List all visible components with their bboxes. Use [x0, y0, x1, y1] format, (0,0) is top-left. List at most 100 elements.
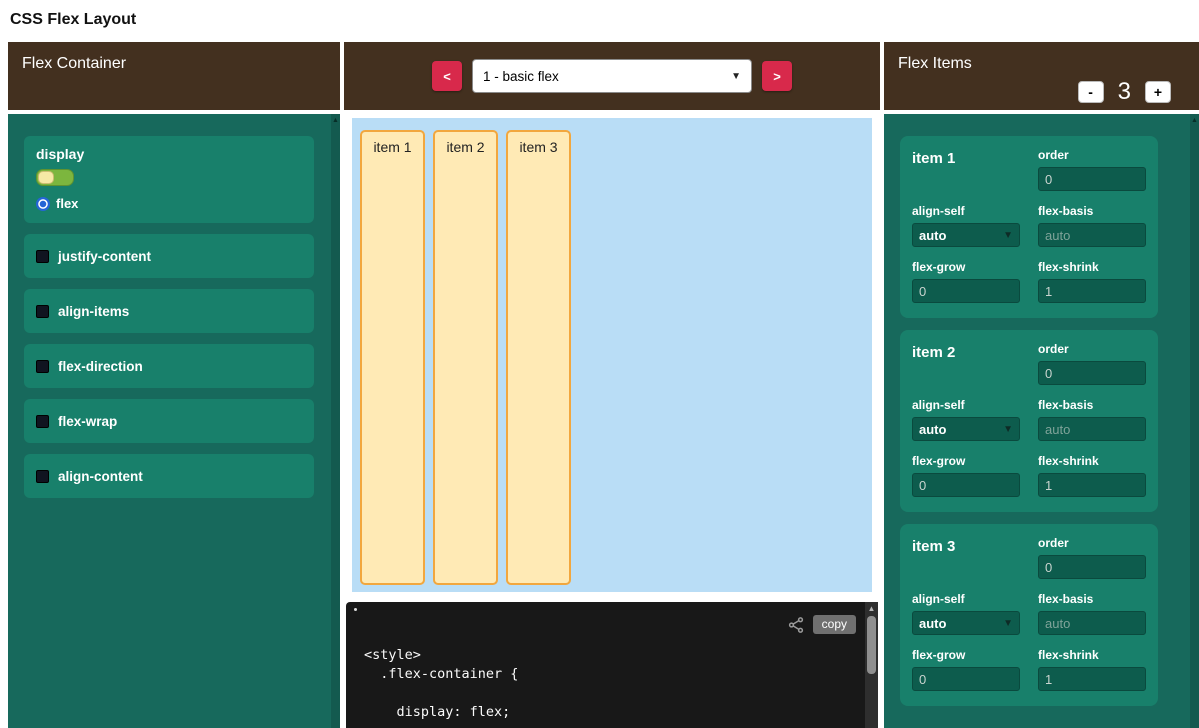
- preset-select[interactable]: 1 - basic flex ▼: [472, 59, 752, 93]
- flex-items-header: Flex Items - 3 +: [884, 42, 1199, 110]
- align-self-select[interactable]: auto ▼: [912, 611, 1020, 635]
- scrollbar-thumb[interactable]: [867, 616, 876, 674]
- flex-wrap-checkbox[interactable]: [36, 415, 49, 428]
- app: CSS Flex Layout Flex Container display f…: [0, 0, 1199, 728]
- code-toolbar: copy: [787, 615, 856, 634]
- share-icon[interactable]: [787, 616, 805, 634]
- code-line: <style>: [364, 646, 858, 665]
- option-flex-wrap: flex-wrap: [24, 399, 314, 443]
- chevron-down-icon: ▼: [731, 71, 741, 82]
- display-flex-option: flex: [36, 196, 302, 211]
- align-content-checkbox[interactable]: [36, 470, 49, 483]
- flex-shrink-input[interactable]: [1038, 279, 1146, 303]
- flex-grow-label: flex-grow: [912, 260, 1020, 274]
- option-align-items: align-items: [24, 289, 314, 333]
- remove-item-button[interactable]: -: [1078, 81, 1104, 103]
- flex-grow-input[interactable]: [912, 473, 1020, 497]
- order-input[interactable]: [1038, 555, 1146, 579]
- flex-shrink-label: flex-shrink: [1038, 648, 1146, 662]
- next-preset-button[interactable]: >: [762, 61, 792, 91]
- item-count: 3: [1118, 78, 1131, 106]
- code-line: [364, 684, 858, 703]
- flex-shrink-label: flex-shrink: [1038, 260, 1146, 274]
- item-card-title: item 2: [912, 344, 1020, 361]
- flex-basis-input[interactable]: [1038, 223, 1146, 247]
- align-content-label: align-content: [58, 469, 143, 484]
- flex-direction-checkbox[interactable]: [36, 360, 49, 373]
- item-card-title: item 1: [912, 150, 1020, 167]
- chevron-down-icon: ▼: [1003, 230, 1013, 241]
- item-card-2: item 2 order align-self auto ▼ flex-basi…: [900, 330, 1158, 512]
- add-item-button[interactable]: +: [1145, 81, 1171, 103]
- code-scrollbar[interactable]: ▲: [865, 602, 878, 728]
- justify-content-checkbox[interactable]: [36, 250, 49, 263]
- flex-items-title: Flex Items: [898, 55, 972, 72]
- flex-container-panel: Flex Container display flex justify-cont…: [8, 42, 340, 728]
- option-align-content: align-content: [24, 454, 314, 498]
- flex-item: item 3: [506, 130, 571, 585]
- flex-item: item 1: [360, 130, 425, 585]
- scroll-up-icon[interactable]: ▲: [865, 602, 878, 615]
- option-flex-direction: flex-direction: [24, 344, 314, 388]
- order-label: order: [1038, 536, 1146, 550]
- code-cursor-dot: [354, 608, 357, 611]
- page-title: CSS Flex Layout: [10, 11, 136, 28]
- align-self-value: auto: [919, 422, 946, 437]
- flex-basis-input[interactable]: [1038, 417, 1146, 441]
- flex-shrink-label: flex-shrink: [1038, 454, 1146, 468]
- flex-basis-label: flex-basis: [1038, 204, 1146, 218]
- display-panel: display flex: [24, 136, 314, 223]
- flex-container-header: Flex Container: [8, 42, 340, 110]
- flex-grow-input[interactable]: [912, 667, 1020, 691]
- preview-column: < 1 - basic flex ▼ > item 1 item 2 item …: [344, 42, 880, 728]
- flex-direction-label: flex-direction: [58, 359, 143, 374]
- chevron-down-icon: ▼: [1003, 424, 1013, 435]
- align-self-select[interactable]: auto ▼: [912, 223, 1020, 247]
- copy-button[interactable]: copy: [813, 615, 856, 634]
- item-card-title: item 3: [912, 538, 1020, 555]
- toggle-knob: [38, 171, 54, 184]
- flex-grow-label: flex-grow: [912, 648, 1020, 662]
- display-toggle[interactable]: [36, 169, 74, 186]
- justify-content-label: justify-content: [58, 249, 151, 264]
- left-panel-scrollbar[interactable]: ▲: [331, 114, 340, 728]
- order-label: order: [1038, 148, 1146, 162]
- item-card-3: item 3 order align-self auto ▼ flex-basi…: [900, 524, 1158, 706]
- display-label: display: [36, 146, 302, 162]
- align-self-label: align-self: [912, 398, 1020, 412]
- scroll-up-icon[interactable]: ▲: [1190, 114, 1199, 126]
- flex-shrink-input[interactable]: [1038, 667, 1146, 691]
- flex-radio[interactable]: [36, 197, 50, 211]
- align-self-select[interactable]: auto ▼: [912, 417, 1020, 441]
- item-card-1: item 1 order align-self auto ▼ flex-basi…: [900, 136, 1158, 318]
- preset-select-value: 1 - basic flex: [483, 69, 559, 84]
- flex-preview-area: item 1 item 2 item 3: [352, 118, 872, 592]
- flex-items-body: item 1 order align-self auto ▼ flex-basi…: [884, 114, 1199, 728]
- order-input[interactable]: [1038, 361, 1146, 385]
- right-panel-scrollbar[interactable]: ▲: [1190, 114, 1199, 728]
- title-bar: CSS Flex Layout: [0, 0, 1199, 42]
- order-label: order: [1038, 342, 1146, 356]
- flex-item: item 2: [433, 130, 498, 585]
- scroll-up-icon[interactable]: ▲: [331, 114, 340, 126]
- code-line: display: flex;: [364, 703, 858, 722]
- flex-basis-input[interactable]: [1038, 611, 1146, 635]
- prev-preset-button[interactable]: <: [432, 61, 462, 91]
- flex-shrink-input[interactable]: [1038, 473, 1146, 497]
- flex-radio-label: flex: [56, 196, 78, 211]
- align-items-checkbox[interactable]: [36, 305, 49, 318]
- code-panel: copy <style> .flex-container { display: …: [346, 602, 878, 728]
- code-line: .flex-container {: [364, 665, 858, 684]
- flex-items-panel: Flex Items - 3 + item 1 order align-self: [884, 42, 1199, 728]
- align-self-value: auto: [919, 616, 946, 631]
- order-input[interactable]: [1038, 167, 1146, 191]
- align-self-label: align-self: [912, 592, 1020, 606]
- flex-container-body: display flex justify-content align-items…: [8, 114, 340, 728]
- option-justify-content: justify-content: [24, 234, 314, 278]
- align-self-label: align-self: [912, 204, 1020, 218]
- flex-grow-input[interactable]: [912, 279, 1020, 303]
- item-count-control: - 3 +: [1078, 78, 1171, 106]
- chevron-down-icon: ▼: [1003, 618, 1013, 629]
- flex-container-title: Flex Container: [22, 55, 126, 72]
- flex-basis-label: flex-basis: [1038, 398, 1146, 412]
